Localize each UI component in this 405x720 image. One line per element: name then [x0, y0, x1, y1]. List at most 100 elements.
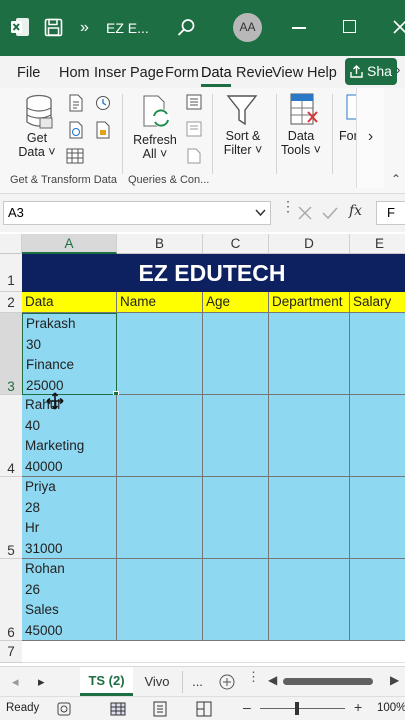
header-name[interactable]: Name — [117, 292, 203, 313]
row-header-4[interactable]: 4 — [0, 395, 22, 477]
previous-sheet-icon[interactable]: ◂ — [12, 674, 19, 690]
header-age[interactable]: Age — [203, 292, 269, 313]
spreadsheet-grid[interactable]: A B C D E 1 2 3 4 5 6 7 EZ EDUTECH Data … — [0, 232, 405, 666]
existing-connections-icon[interactable] — [95, 121, 111, 139]
column-header-a[interactable]: A — [22, 234, 117, 254]
cell-b4[interactable] — [117, 395, 203, 477]
empty-row-7[interactable] — [22, 641, 405, 663]
cell-c5[interactable] — [203, 477, 269, 559]
search-icon[interactable] — [177, 18, 196, 37]
header-salary[interactable]: Salary — [350, 292, 405, 313]
formula-input[interactable]: F — [376, 201, 405, 225]
sheet-title[interactable]: EZ EDUTECH — [22, 254, 405, 292]
avatar[interactable]: AA — [233, 13, 262, 42]
cell-e5[interactable] — [350, 477, 405, 559]
tab-home[interactable]: Hom — [59, 62, 90, 84]
zoom-slider-thumb[interactable] — [295, 702, 299, 715]
scroll-right-icon[interactable]: ▶ — [390, 673, 399, 687]
document-title[interactable]: EZ E... — [106, 0, 149, 56]
share-button[interactable]: Sha — [345, 58, 397, 85]
cell-a6[interactable]: Rohan 26 Sales 45000 — [22, 559, 117, 641]
recent-sources-icon[interactable] — [95, 94, 111, 112]
accessibility-icon[interactable] — [57, 702, 71, 716]
from-web-icon[interactable] — [68, 121, 84, 139]
normal-view-icon[interactable] — [110, 702, 126, 716]
row-header-2[interactable]: 2 — [0, 292, 22, 313]
next-sheet-icon[interactable]: ▸ — [38, 674, 45, 690]
add-sheet-icon[interactable] — [219, 674, 235, 690]
tab-view[interactable]: View — [272, 62, 303, 84]
cell-b6[interactable] — [117, 559, 203, 641]
column-header-e[interactable]: E — [350, 234, 405, 254]
sort-filter-button[interactable]: Sort & Filter ˅ — [218, 129, 268, 157]
data-tools-button[interactable]: Data Tools ˅ — [278, 129, 324, 157]
cell-b5[interactable] — [117, 477, 203, 559]
more-options-icon[interactable]: ⋮ — [281, 199, 295, 213]
row-header-6[interactable]: 6 — [0, 559, 22, 641]
header-data[interactable]: Data — [22, 292, 117, 313]
cell-c4[interactable] — [203, 395, 269, 477]
zoom-out-button[interactable]: – — [243, 699, 251, 715]
cell-e6[interactable] — [350, 559, 405, 641]
maximize-button[interactable] — [343, 20, 356, 33]
cell-a5[interactable]: Priya 28 Hr 31000 — [22, 477, 117, 559]
cell-a4[interactable]: Rahul 40 Marketing 40000 — [22, 395, 117, 477]
cell-d5[interactable] — [269, 477, 350, 559]
enter-icon[interactable] — [322, 206, 338, 220]
tab-page-layout[interactable]: Page — [130, 62, 164, 84]
ribbon-options-icon[interactable]: › — [396, 62, 400, 77]
select-all-corner[interactable] — [0, 234, 22, 254]
row-header-3[interactable]: 3 — [0, 313, 22, 395]
move-cursor-icon — [46, 392, 64, 410]
tab-formulas[interactable]: Form — [165, 62, 199, 84]
header-department[interactable]: Department — [269, 292, 350, 313]
edit-links-icon[interactable] — [186, 148, 202, 164]
zoom-in-button[interactable]: + — [354, 699, 362, 715]
sheet-tab-vivo[interactable]: Vivo — [138, 667, 176, 696]
row-header-7[interactable]: 7 — [0, 641, 22, 663]
horizontal-scrollbar[interactable] — [283, 678, 373, 685]
cell-e3[interactable] — [350, 313, 405, 395]
insert-function-icon[interactable]: fx — [349, 203, 362, 219]
cell-d4[interactable] — [269, 395, 350, 477]
scroll-left-icon[interactable]: ◀ — [268, 673, 277, 687]
cancel-icon[interactable] — [298, 206, 312, 220]
from-table-icon[interactable] — [66, 148, 84, 164]
cell-e4[interactable] — [350, 395, 405, 477]
cell-c3[interactable] — [203, 313, 269, 395]
from-text-icon[interactable] — [68, 94, 84, 112]
refresh-all-button[interactable]: Refresh All ˅ — [132, 133, 178, 161]
column-header-d[interactable]: D — [269, 234, 350, 254]
page-break-view-icon[interactable] — [196, 701, 212, 717]
cell-d6[interactable] — [269, 559, 350, 641]
name-box[interactable]: A3 — [3, 201, 271, 225]
minimize-button[interactable] — [292, 27, 306, 29]
cell-a3[interactable]: Prakash 30 Finance 25000 — [22, 313, 117, 395]
row-header-5[interactable]: 5 — [0, 477, 22, 559]
ribbon-scroll-panel[interactable]: › — [356, 88, 384, 188]
more-sheets-button[interactable]: ... — [182, 671, 212, 693]
tab-help[interactable]: Help — [307, 62, 337, 84]
zoom-level[interactable]: 100% — [377, 702, 405, 714]
sheet-tab-ts2[interactable]: TS (2) — [80, 667, 133, 696]
close-icon[interactable] — [393, 20, 405, 34]
properties-icon[interactable] — [186, 121, 202, 137]
column-header-c[interactable]: C — [203, 234, 269, 254]
tab-data[interactable]: Data — [201, 62, 232, 84]
tab-file[interactable]: File — [17, 62, 40, 84]
zoom-slider-track[interactable] — [260, 708, 345, 709]
queries-connections-icon[interactable] — [186, 94, 202, 110]
cell-c6[interactable] — [203, 559, 269, 641]
collapse-ribbon-icon[interactable]: ⌃ — [391, 172, 401, 186]
page-layout-view-icon[interactable] — [153, 701, 167, 717]
cell-d3[interactable] — [269, 313, 350, 395]
overflow-chevrons[interactable]: » — [80, 0, 89, 56]
more-options-icon[interactable]: ⋮ — [247, 670, 260, 683]
save-icon[interactable] — [44, 18, 63, 37]
get-data-button[interactable]: Get Data ˅ — [14, 131, 60, 159]
tab-review[interactable]: Revie — [236, 62, 273, 84]
cell-b3[interactable] — [117, 313, 203, 395]
row-header-1[interactable]: 1 — [0, 254, 22, 292]
column-header-b[interactable]: B — [117, 234, 203, 254]
tab-insert[interactable]: Inser — [94, 62, 126, 84]
